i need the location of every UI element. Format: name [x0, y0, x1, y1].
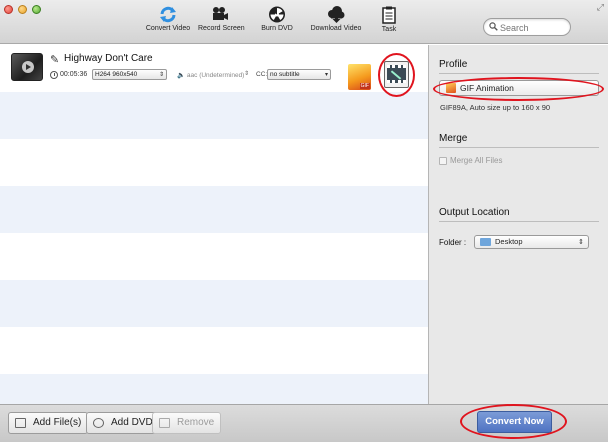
convert-now-label: Convert Now: [485, 416, 544, 427]
convert-arrows-icon: [160, 6, 176, 23]
burn-dvd-tool[interactable]: Burn DVD: [260, 6, 294, 32]
add-dvd-button[interactable]: Add DVD: [86, 412, 160, 434]
speaker-icon: 🔈: [177, 72, 186, 79]
video-thumbnail[interactable]: [11, 53, 43, 81]
clock-icon: [50, 71, 58, 79]
cloud-download-icon: [328, 6, 345, 23]
subtitle-value: no subtitle: [270, 71, 300, 78]
add-files-label: Add File(s): [33, 417, 82, 428]
file-duration: 00:05:36: [60, 71, 88, 78]
empty-row: [0, 92, 428, 139]
audio-stepper-icon[interactable]: ⇕: [244, 70, 249, 77]
empty-row: [0, 139, 428, 186]
record-screen-tool[interactable]: Record Screen: [198, 6, 245, 32]
stepper-arrows-icon: ⇕: [578, 238, 584, 246]
empty-row: [0, 280, 428, 327]
clipboard-icon: [382, 6, 396, 24]
main-toolbar: ⤢ Convert Video Record Screen Burn DVD D…: [0, 0, 608, 44]
divider: [439, 147, 599, 148]
add-file-icon: [15, 418, 26, 428]
subtitle-select[interactable]: no subtitle ▾: [267, 69, 331, 80]
task-label: Task: [381, 26, 397, 33]
edit-video-button[interactable]: [384, 61, 409, 88]
settings-panel: Profile GIF Animation GIF89A, Auto size …: [428, 45, 608, 404]
divider: [439, 73, 599, 74]
empty-row: [0, 233, 428, 280]
search-icon: [489, 22, 498, 31]
file-title: Highway Don't Care: [64, 53, 153, 64]
dvd-disc-icon: [93, 418, 104, 428]
profile-select[interactable]: GIF Animation: [439, 80, 599, 96]
play-icon[interactable]: [22, 61, 34, 73]
file-list: ✎ Highway Don't Care 00:05:36 H264 960x5…: [0, 45, 428, 404]
fullscreen-icon[interactable]: ⤢: [597, 3, 604, 13]
add-files-button[interactable]: Add File(s): [8, 412, 89, 434]
convert-video-label: Convert Video: [145, 25, 191, 32]
radiation-disc-icon: [269, 6, 285, 23]
stepper-arrows-icon: ⇕: [158, 71, 164, 78]
add-dvd-label: Add DVD: [111, 417, 153, 428]
download-video-label: Download Video: [310, 25, 362, 32]
task-tool[interactable]: Task: [378, 6, 400, 33]
audio-track-value: aac (Undetermined): [186, 72, 245, 79]
profile-heading: Profile: [439, 59, 468, 70]
merge-checkbox[interactable]: [439, 157, 447, 165]
chevron-down-icon: ▾: [324, 71, 328, 78]
profile-description: GIF89A, Auto size up to 160 x 90: [440, 103, 551, 112]
divider: [439, 221, 599, 222]
search-input[interactable]: [500, 21, 568, 34]
merge-heading: Merge: [439, 133, 468, 144]
folder-icon: [480, 238, 491, 246]
burn-dvd-label: Burn DVD: [261, 25, 293, 32]
folder-label: Folder :: [439, 238, 467, 247]
remove-label: Remove: [177, 417, 215, 428]
convert-video-tool[interactable]: Convert Video: [143, 6, 193, 32]
minimize-window-button[interactable]: [18, 5, 27, 14]
download-video-tool[interactable]: Download Video: [309, 6, 363, 32]
audio-track[interactable]: 🔈 aac (Undetermined): [177, 71, 244, 79]
profile-value: GIF Animation: [460, 83, 514, 93]
close-window-button[interactable]: [4, 5, 13, 14]
merge-label: Merge All Files: [450, 156, 503, 165]
remove-button[interactable]: Remove: [152, 412, 222, 434]
empty-row: [0, 186, 428, 233]
gif-profile-icon: [446, 83, 456, 93]
subtitle-prefix: CC:: [256, 71, 268, 78]
output-format-gif-icon[interactable]: [348, 64, 371, 90]
empty-row: [0, 327, 428, 374]
list-remove-icon: [159, 418, 170, 428]
output-heading: Output Location: [439, 207, 510, 218]
folder-select[interactable]: Desktop ⇕: [474, 235, 589, 249]
video-track-value: H264 960x540: [95, 71, 138, 78]
zoom-window-button[interactable]: [32, 5, 41, 14]
folder-value: Desktop: [495, 237, 523, 246]
convert-now-button[interactable]: Convert Now: [477, 411, 552, 433]
empty-row: [0, 374, 428, 404]
video-track-select[interactable]: H264 960x540 ⇕: [92, 69, 167, 80]
film-edit-icon: [387, 65, 406, 83]
rename-pencil-icon[interactable]: ✎: [50, 53, 59, 66]
file-row[interactable]: ✎ Highway Don't Care 00:05:36 H264 960x5…: [0, 45, 428, 92]
video-camera-icon: [213, 7, 228, 20]
search-box[interactable]: [483, 18, 571, 36]
record-screen-label: Record Screen: [198, 25, 245, 32]
